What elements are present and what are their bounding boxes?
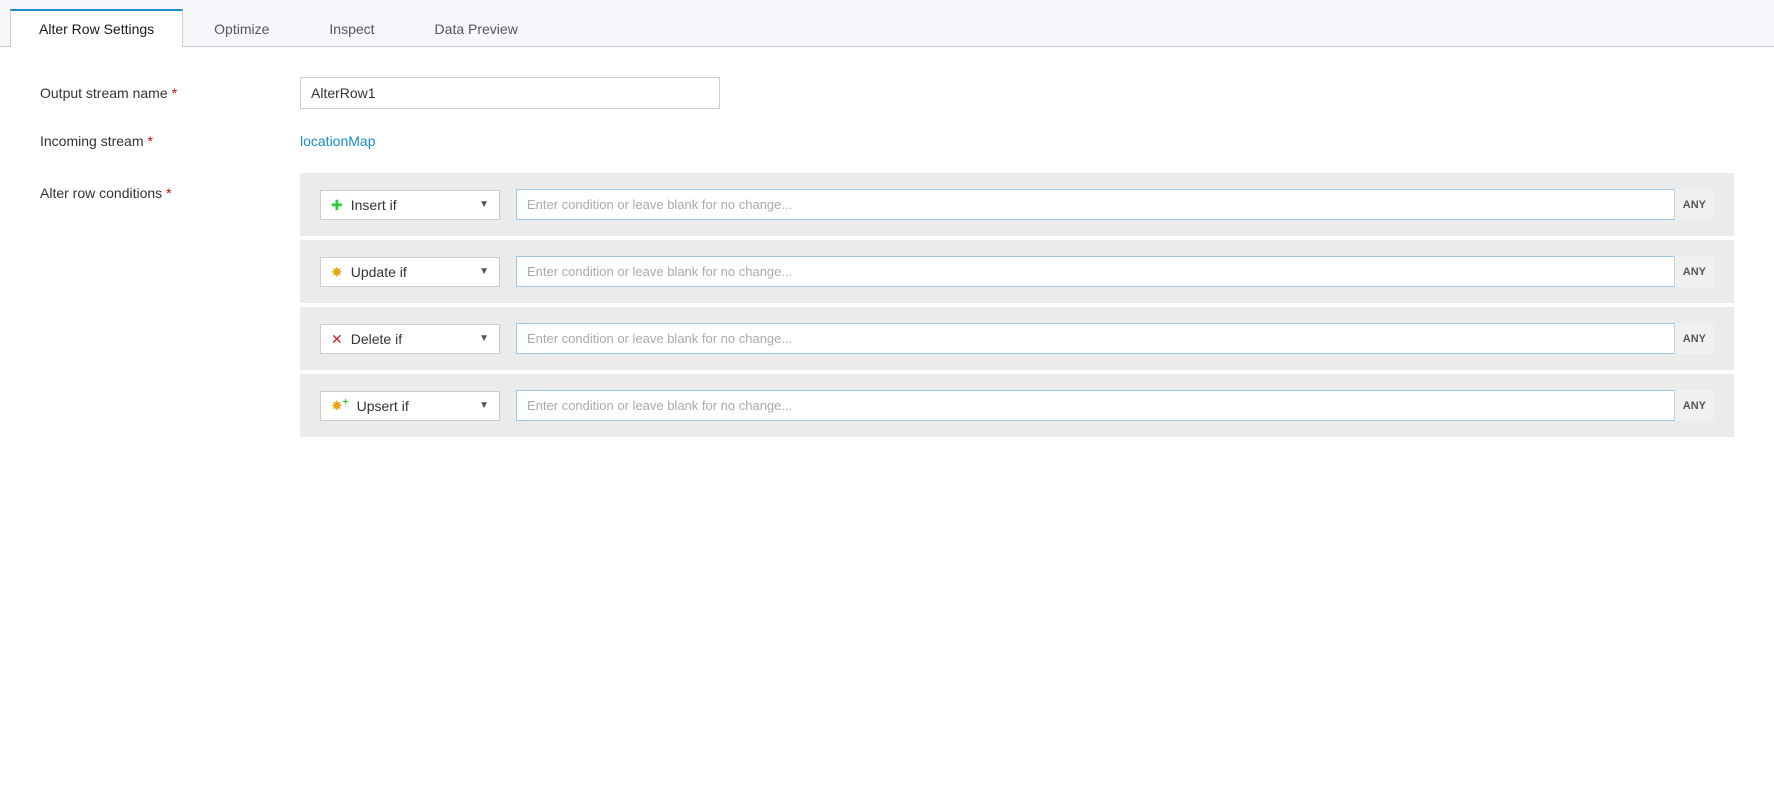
required-star-incoming: * xyxy=(147,133,152,149)
insert-any-badge: ANY xyxy=(1674,189,1714,220)
insert-icon: ✚ xyxy=(331,198,343,212)
alter-conditions-section: Alter row conditions* ✚ Insert if ▼ ANY xyxy=(40,173,1734,441)
required-star-conditions: * xyxy=(166,185,171,201)
condition-row-update: ✸ Update if ▼ ANY xyxy=(300,240,1734,303)
upsert-dropdown-arrow: ▼ xyxy=(479,400,489,411)
conditions-list: ✚ Insert if ▼ ANY ✸ Update if ▼ xyxy=(300,173,1734,441)
tab-alter-row-settings[interactable]: Alter Row Settings xyxy=(10,9,183,47)
upsert-if-dropdown[interactable]: ✸+ Upsert if ▼ xyxy=(320,391,500,421)
tab-inspect[interactable]: Inspect xyxy=(300,10,403,47)
tab-bar: Alter Row Settings Optimize Inspect Data… xyxy=(0,0,1774,47)
delete-if-label: Delete if xyxy=(351,331,402,347)
update-dropdown-arrow: ▼ xyxy=(479,266,489,277)
delete-any-badge: ANY xyxy=(1674,323,1714,354)
incoming-stream-row: Incoming stream* locationMap xyxy=(40,133,1734,149)
insert-condition-input-wrap: ANY xyxy=(516,189,1714,220)
output-stream-input[interactable] xyxy=(300,77,720,109)
upsert-if-label: Upsert if xyxy=(357,398,409,414)
incoming-stream-label: Incoming stream* xyxy=(40,133,300,149)
insert-if-dropdown[interactable]: ✚ Insert if ▼ xyxy=(320,190,500,220)
insert-if-label: Insert if xyxy=(351,197,397,213)
upsert-condition-input[interactable] xyxy=(516,390,1714,421)
delete-dropdown-arrow: ▼ xyxy=(479,333,489,344)
tab-data-preview[interactable]: Data Preview xyxy=(406,10,547,47)
tab-optimize[interactable]: Optimize xyxy=(185,10,298,47)
upsert-any-badge: ANY xyxy=(1674,390,1714,421)
upsert-condition-input-wrap: ANY xyxy=(516,390,1714,421)
update-if-dropdown[interactable]: ✸ Update if ▼ xyxy=(320,257,500,287)
update-any-badge: ANY xyxy=(1674,256,1714,287)
delete-condition-input-wrap: ANY xyxy=(516,323,1714,354)
required-star-output: * xyxy=(172,85,177,101)
condition-row-delete: ✕ Delete if ▼ ANY xyxy=(300,307,1734,370)
condition-row-upsert: ✸+ Upsert if ▼ ANY xyxy=(300,374,1734,437)
insert-dropdown-arrow: ▼ xyxy=(479,199,489,210)
main-window: Alter Row Settings Optimize Inspect Data… xyxy=(0,0,1774,791)
condition-row-insert: ✚ Insert if ▼ ANY xyxy=(300,173,1734,236)
output-stream-row: Output stream name* xyxy=(40,77,1734,109)
update-icon: ✸ xyxy=(331,265,343,279)
delete-icon: ✕ xyxy=(331,332,343,346)
update-condition-input-wrap: ANY xyxy=(516,256,1714,287)
update-condition-input[interactable] xyxy=(516,256,1714,287)
incoming-stream-link[interactable]: locationMap xyxy=(300,133,376,149)
output-stream-label: Output stream name* xyxy=(40,85,300,101)
upsert-icon: ✸+ xyxy=(331,398,349,413)
delete-condition-input[interactable] xyxy=(516,323,1714,354)
insert-condition-input[interactable] xyxy=(516,189,1714,220)
alter-conditions-label: Alter row conditions* xyxy=(40,173,300,201)
delete-if-dropdown[interactable]: ✕ Delete if ▼ xyxy=(320,324,500,354)
main-content: Output stream name* Incoming stream* loc… xyxy=(0,47,1774,791)
update-if-label: Update if xyxy=(351,264,407,280)
